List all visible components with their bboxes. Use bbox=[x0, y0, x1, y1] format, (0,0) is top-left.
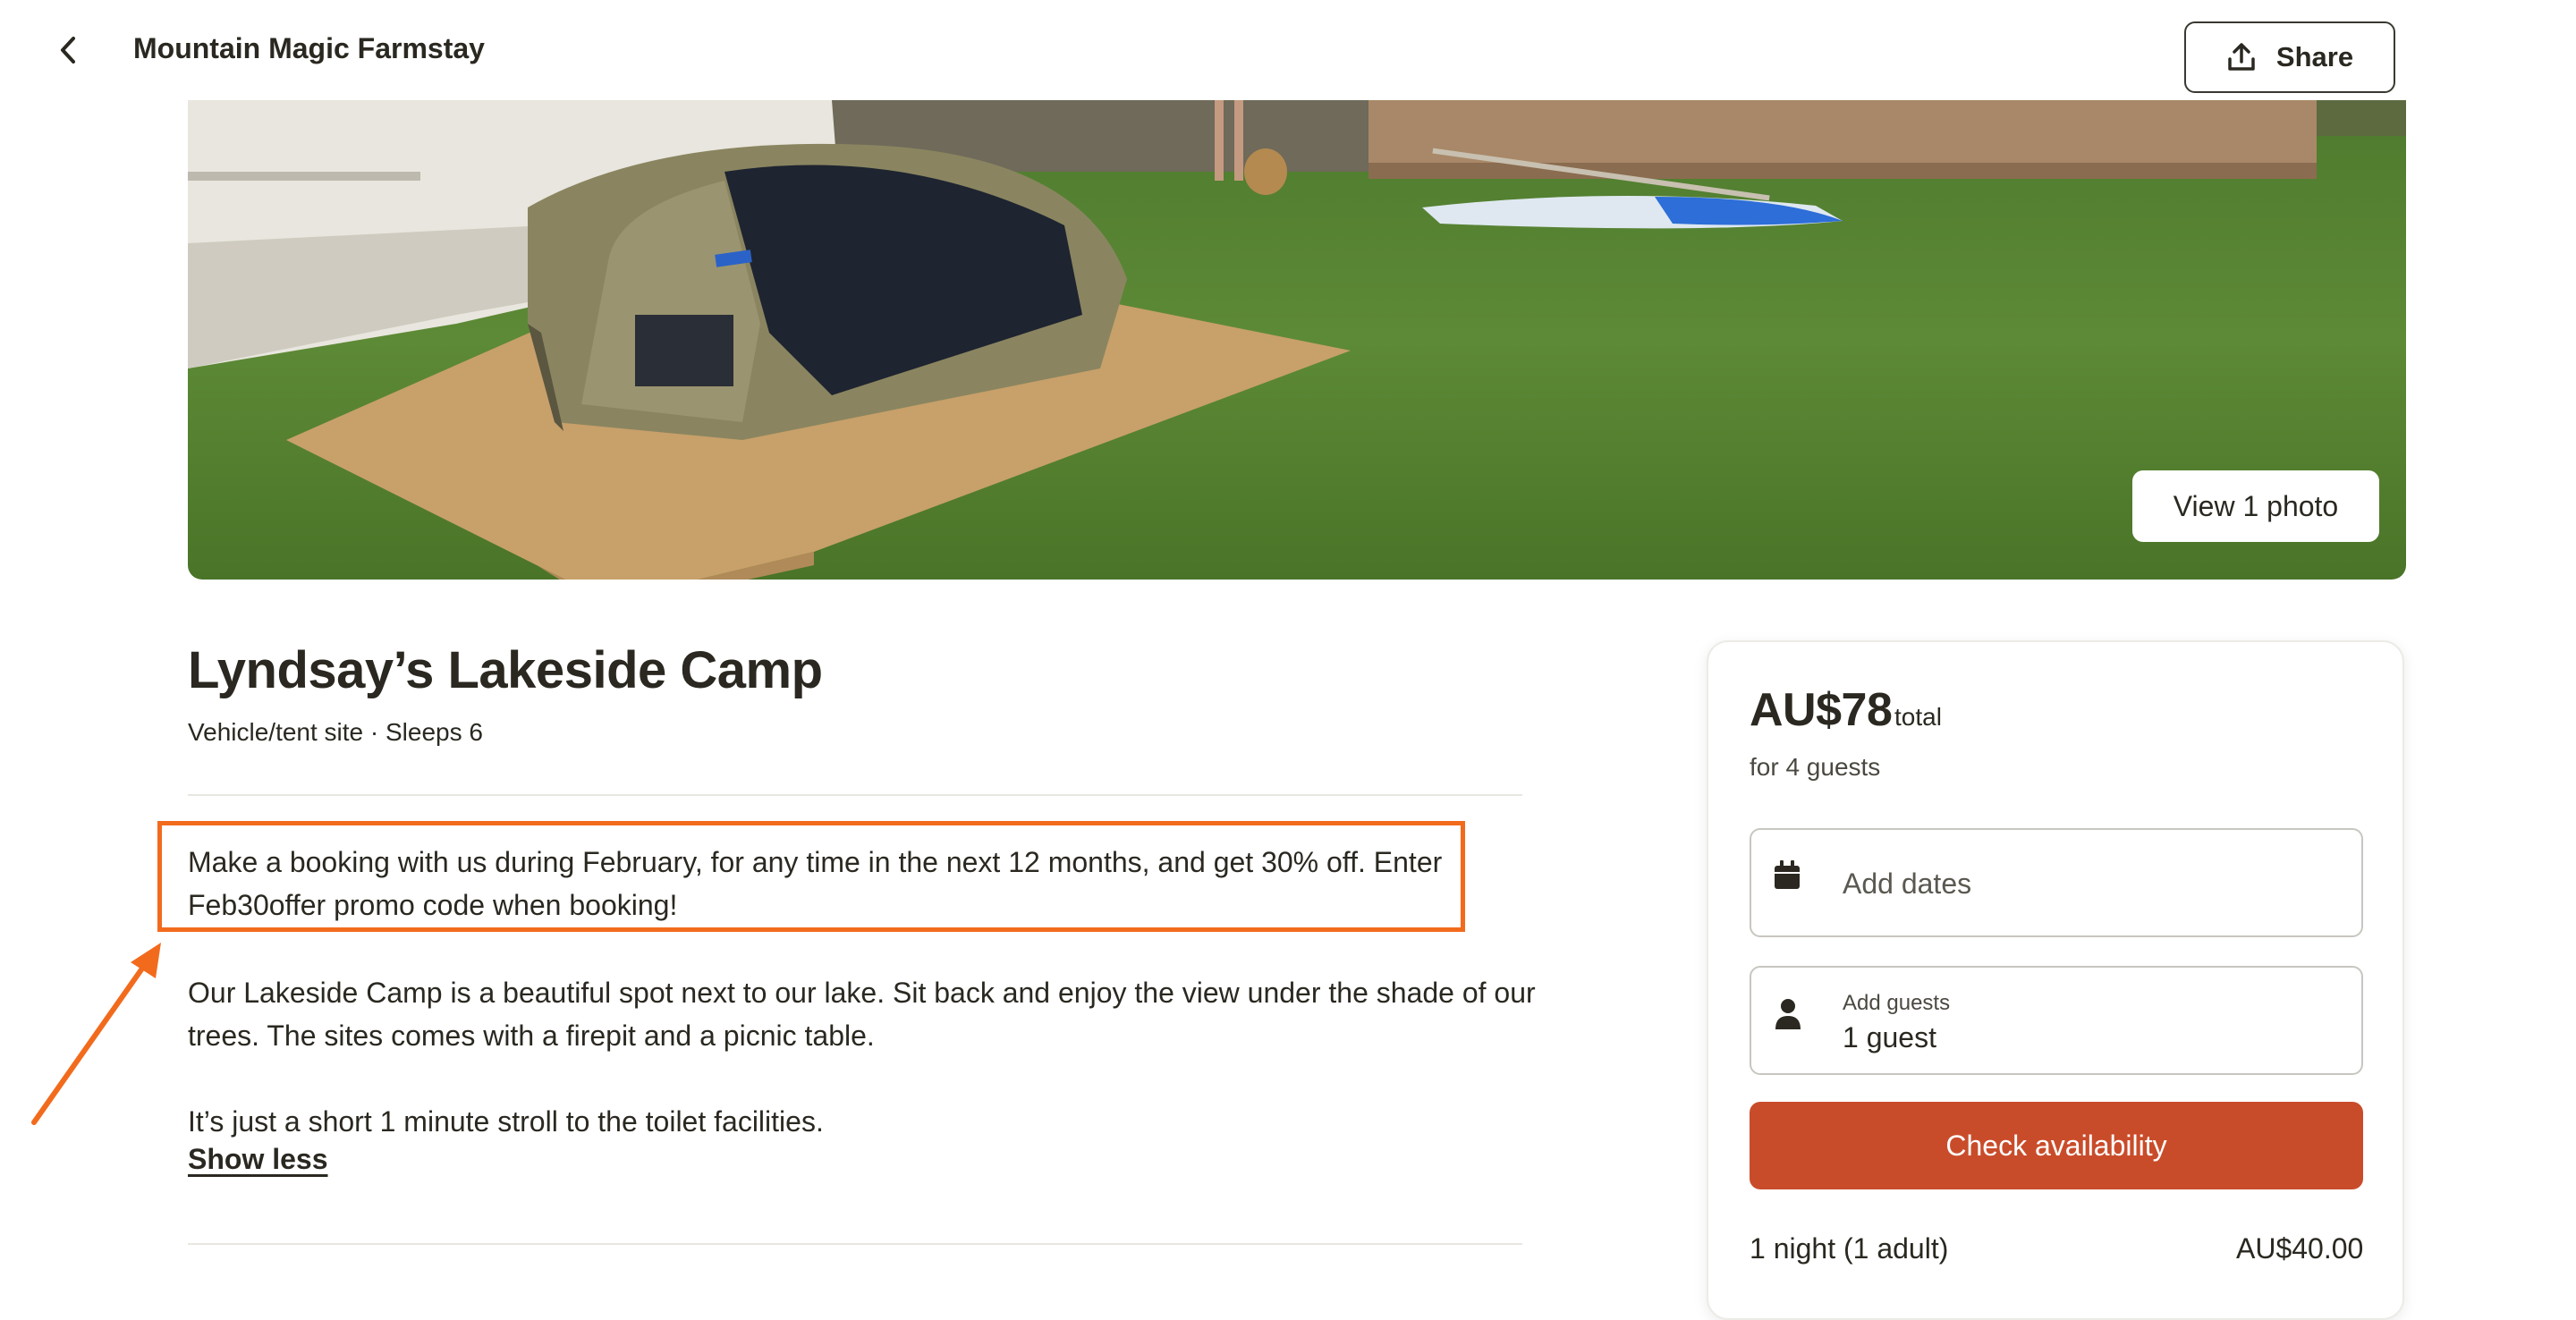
person-icon bbox=[1775, 999, 1801, 1029]
description: Our Lakeside Camp is a beautiful spot ne… bbox=[188, 971, 1536, 1057]
annotation-arrow-icon bbox=[31, 943, 161, 1125]
description-line-3: It’s just a short 1 minute stroll to the… bbox=[188, 1105, 824, 1138]
calendar-icon bbox=[1775, 860, 1800, 889]
price-total: AU$78 bbox=[1750, 684, 1893, 736]
share-label: Share bbox=[2275, 41, 2354, 72]
divider bbox=[188, 1243, 1522, 1245]
hero-photo[interactable] bbox=[188, 100, 2406, 580]
site-title: Mountain Magic Farmstay bbox=[133, 32, 485, 64]
promo-line-2: Feb30offer promo code when booking! bbox=[188, 889, 678, 921]
divider bbox=[188, 794, 1522, 796]
add-guests-label: Add guests bbox=[1843, 991, 1951, 1015]
price-unit: total bbox=[1894, 703, 1942, 731]
description-line-1: Our Lakeside Camp is a beautiful spot ne… bbox=[188, 977, 1536, 1009]
share-upload-icon bbox=[2228, 43, 2255, 71]
show-less-link[interactable]: Show less bbox=[188, 1143, 328, 1176]
promo-line-1: Make a booking with us during February, … bbox=[188, 846, 1443, 878]
guests-value: 1 guest bbox=[1843, 1021, 1936, 1053]
listing-subtitle: Vehicle/tent site · Sleeps 6 bbox=[188, 718, 483, 746]
chevron-left-icon bbox=[61, 37, 75, 63]
night-line-price: AU$40.00 bbox=[2236, 1232, 2364, 1265]
share-button[interactable]: Share bbox=[2184, 21, 2395, 93]
add-guests-field[interactable]: Add guests 1 guest bbox=[1750, 966, 2363, 1075]
listing-title: Lyndsay’s Lakeside Camp bbox=[188, 641, 823, 699]
night-line-label: 1 night (1 adult) bbox=[1750, 1232, 1949, 1265]
check-availability-button[interactable]: Check availability bbox=[1750, 1102, 2363, 1189]
add-dates-placeholder: Add dates bbox=[1843, 867, 1972, 900]
back-button[interactable] bbox=[50, 25, 86, 75]
view-photo-button[interactable]: View 1 photo bbox=[2132, 470, 2379, 542]
description-line-2: trees. The sites comes with a firepit an… bbox=[188, 1020, 875, 1052]
promo-text: Make a booking with us during February, … bbox=[188, 841, 1442, 927]
price-guests: for 4 guests bbox=[1750, 753, 1881, 781]
add-dates-field[interactable]: Add dates bbox=[1750, 828, 2363, 937]
